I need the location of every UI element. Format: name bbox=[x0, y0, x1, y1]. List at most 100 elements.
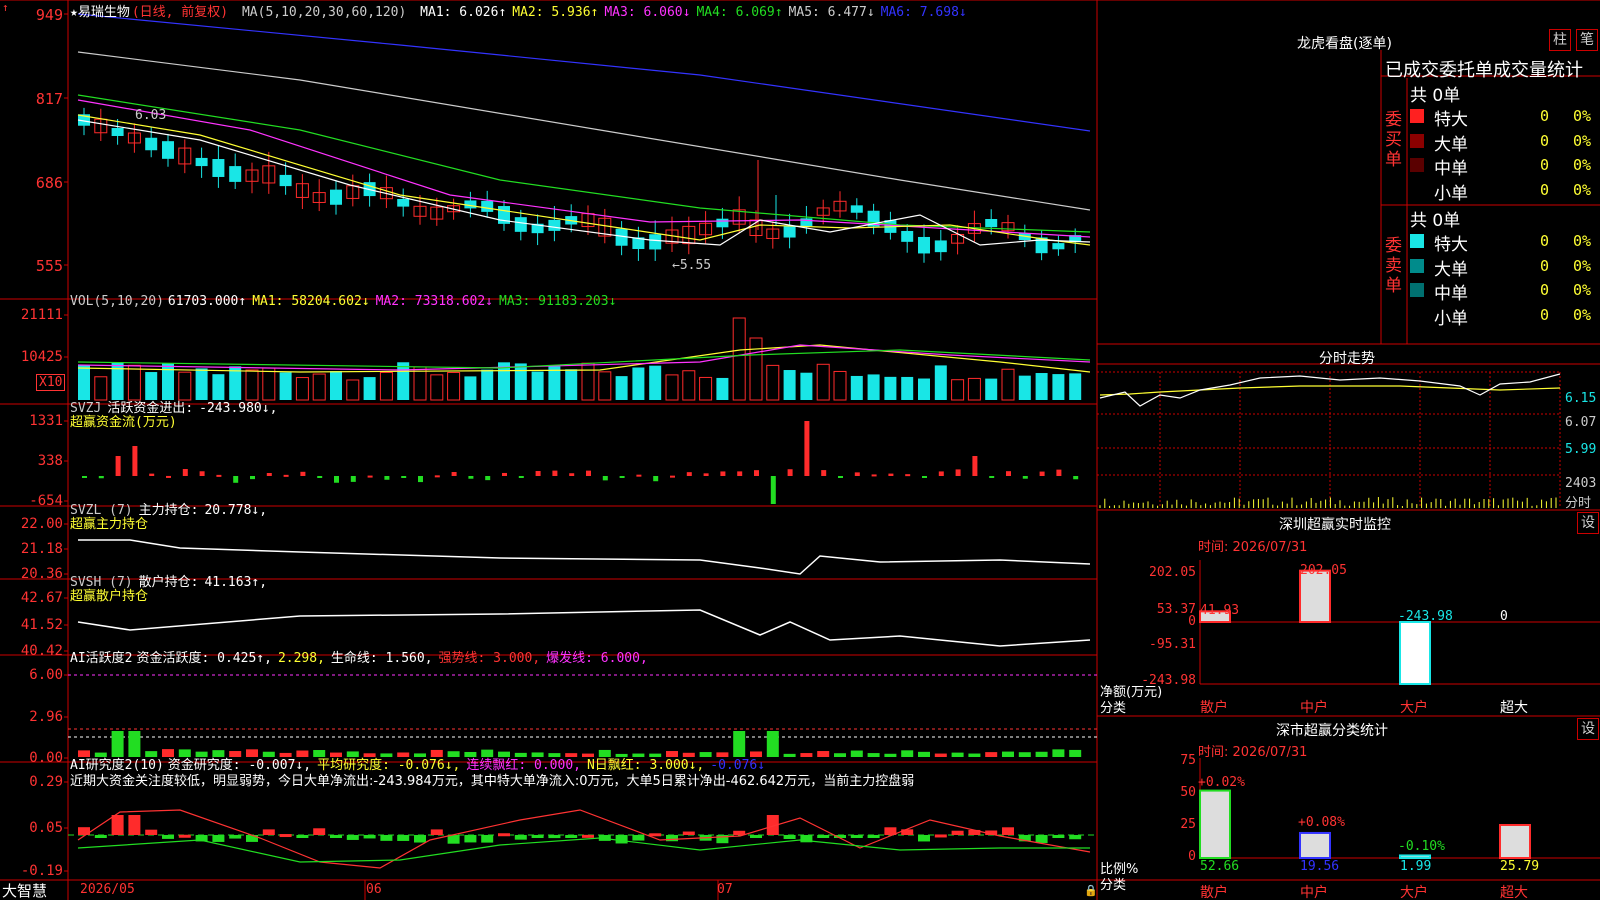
vol-y-tick: 21111 bbox=[20, 307, 63, 323]
ma-label: MA(5,10,20,30,60,120) bbox=[241, 5, 407, 20]
volume-bar bbox=[514, 363, 527, 400]
volume-bar bbox=[581, 362, 595, 401]
svzj-bar bbox=[804, 421, 810, 476]
candle-body bbox=[330, 189, 342, 205]
candle-body bbox=[783, 225, 796, 238]
volume-bar bbox=[665, 374, 679, 401]
svzj-bar bbox=[334, 476, 339, 483]
svzj-bar bbox=[418, 476, 423, 483]
research-bar bbox=[649, 833, 662, 837]
volume-bar bbox=[565, 369, 578, 400]
candle-body bbox=[901, 230, 914, 242]
svzj-bar bbox=[115, 456, 121, 476]
volume-bar bbox=[245, 369, 259, 401]
svzj-bar bbox=[569, 473, 575, 476]
candle-body bbox=[716, 218, 729, 228]
ai-activity-value-1: 2.298, bbox=[277, 651, 325, 666]
activity-bar bbox=[1052, 749, 1065, 757]
candle-body bbox=[985, 219, 998, 228]
vol-title: VOL(5,10,20) bbox=[70, 294, 164, 309]
research-bar bbox=[934, 834, 947, 838]
sh-settings-button[interactable]: 设 bbox=[1577, 718, 1599, 740]
sh-value-label: 25.79 bbox=[1500, 859, 1540, 874]
svzj-bar bbox=[535, 470, 541, 476]
vol-value: 61703.000↑ bbox=[167, 294, 247, 309]
research-bar bbox=[380, 835, 393, 841]
sh-value-label: 52.66 bbox=[1200, 859, 1240, 874]
candle-body bbox=[111, 128, 124, 136]
svzj-bar bbox=[367, 475, 373, 478]
candle-body bbox=[481, 200, 494, 212]
volume-bar bbox=[413, 366, 427, 401]
ai-activity-y-tick: 2.96 bbox=[29, 709, 63, 725]
research-bar bbox=[1035, 835, 1048, 843]
volume-bar bbox=[732, 317, 746, 401]
volume-bar bbox=[346, 379, 360, 401]
svzj-bar bbox=[754, 470, 759, 476]
research-bar bbox=[1002, 827, 1014, 835]
ma-value-4: MA5: 6.477↓ bbox=[788, 5, 875, 20]
svzj-bar bbox=[199, 471, 205, 476]
candle-body bbox=[212, 159, 225, 177]
activity-bar bbox=[934, 753, 947, 757]
period-label: (日线, 前复权) bbox=[131, 5, 229, 20]
research-bar bbox=[565, 835, 578, 838]
svzl-line bbox=[78, 539, 1091, 575]
svsh-value: 41.163↑, bbox=[204, 575, 268, 590]
svzl-value: 20.778↓, bbox=[204, 503, 268, 518]
lock-icon[interactable]: 🔒 bbox=[1084, 884, 1098, 897]
ai-research-y-tick: -0.19 bbox=[20, 863, 63, 879]
research-bar bbox=[682, 831, 695, 835]
svzj-bar bbox=[132, 446, 138, 476]
volume-bar bbox=[783, 370, 796, 400]
ma-value-0: MA1: 6.026↑ bbox=[420, 5, 507, 20]
svzj-bar bbox=[518, 476, 524, 478]
candle-body bbox=[145, 137, 158, 151]
svzj-bar bbox=[636, 474, 642, 477]
volume-bar bbox=[363, 377, 376, 400]
svzj-bar bbox=[451, 472, 457, 476]
tick-view-button[interactable]: 笔 bbox=[1576, 29, 1598, 51]
research-line bbox=[77, 837, 1090, 863]
vol-ma-value-2: MA3: 91183.203↓ bbox=[499, 294, 617, 309]
order-size-label: 大单 bbox=[1434, 134, 1468, 155]
intraday-vol-value: 2403 bbox=[1565, 476, 1597, 491]
svzj-bar bbox=[888, 473, 894, 476]
high-price-label: 6.03 bbox=[135, 108, 167, 123]
stock-name[interactable]: ★易瑞生物 bbox=[70, 5, 130, 20]
volume-bar bbox=[901, 376, 914, 400]
research-bar bbox=[162, 835, 174, 839]
sh-category-label: 中户 bbox=[1300, 885, 1328, 900]
sz-category-label: 超大 bbox=[1500, 700, 1528, 716]
main-y-tick: 555 bbox=[35, 257, 63, 275]
volume-bar bbox=[447, 371, 461, 401]
activity-bar bbox=[1035, 751, 1048, 757]
sz-settings-button[interactable]: 设 bbox=[1577, 512, 1599, 534]
order-count: 0 bbox=[1540, 156, 1550, 174]
volume-bar bbox=[632, 367, 645, 400]
research-bar bbox=[632, 835, 645, 841]
activity-bar bbox=[867, 753, 880, 757]
sh-category-label: 大户 bbox=[1400, 885, 1428, 900]
activity-bar bbox=[800, 753, 813, 757]
volume-bar bbox=[127, 364, 141, 401]
buy-orders-label: 委买单 bbox=[1385, 110, 1402, 170]
bar-view-button[interactable]: 柱 bbox=[1549, 29, 1571, 51]
order-count: 0 bbox=[1540, 305, 1550, 324]
svzj-y-tick: -654 bbox=[29, 493, 63, 509]
sh-value-label: 19.56 bbox=[1300, 859, 1340, 874]
order-stat-title: 已成交委托单成交量统计 bbox=[1385, 60, 1583, 81]
sh-change-label: +0.02% bbox=[1198, 775, 1245, 790]
candle-body bbox=[229, 166, 242, 182]
intraday-tick-2: 6.07 bbox=[1565, 415, 1597, 430]
volume-bar bbox=[195, 368, 208, 400]
order-count: 0 bbox=[1540, 180, 1550, 199]
svzj-bar bbox=[905, 474, 911, 477]
research-bar bbox=[229, 835, 242, 839]
activity-bar bbox=[783, 753, 796, 757]
sh-change-label: +0.08% bbox=[1298, 815, 1345, 830]
research-bar bbox=[850, 835, 863, 838]
vol-y-tick: 10425 bbox=[20, 349, 63, 365]
activity-bar bbox=[1069, 749, 1082, 757]
sh-value-label: 1.99 bbox=[1400, 859, 1432, 874]
